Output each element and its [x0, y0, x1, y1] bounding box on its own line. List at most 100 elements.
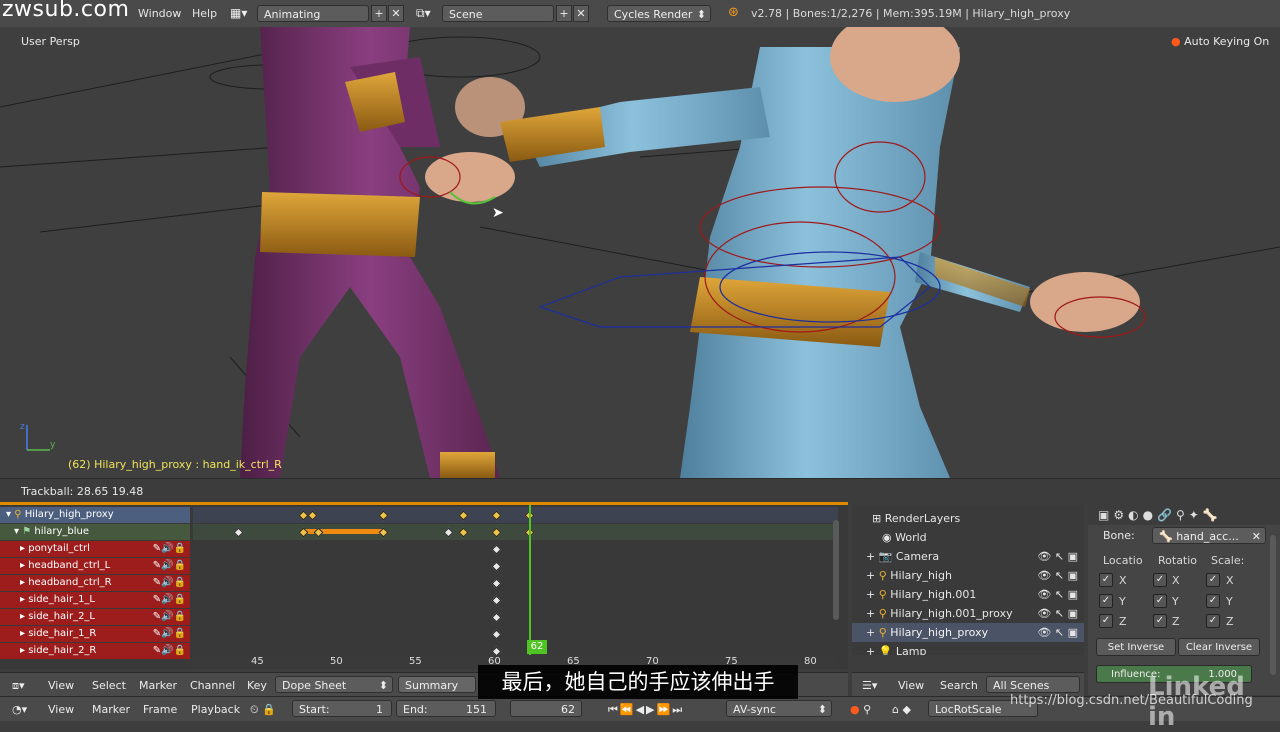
outliner-filter-select[interactable]: All Scenes — [986, 676, 1080, 693]
playback-controls-icon[interactable]: ⏮⏪◀▶⏩⏭ — [608, 703, 684, 717]
channel-row[interactable]: ▸ side_hair_2_R ✎🔊🔒 — [0, 643, 190, 659]
dopesheet-view-menu[interactable]: View — [48, 679, 74, 692]
record-icon[interactable]: ● ⚲ — [850, 703, 871, 716]
screen-layout-icon[interactable]: ▦▾ — [230, 6, 252, 21]
timeline-editor-icon[interactable]: ◔▾ — [12, 703, 27, 716]
visibility-icons[interactable]: 👁 ↖ ▣ — [1037, 566, 1078, 585]
dopesheet-channel-menu[interactable]: Channel — [190, 679, 235, 692]
dopesheet-scrollbar[interactable] — [833, 520, 839, 620]
axis-label: Z — [1226, 615, 1234, 628]
svg-text:y: y — [50, 440, 56, 450]
window-menu[interactable]: Window — [138, 7, 181, 20]
channel-flags-icon[interactable]: ✎🔊🔒 — [153, 609, 186, 625]
add-screen-button[interactable]: + — [371, 5, 387, 22]
channel-flags-icon[interactable]: ✎🔊🔒 — [153, 643, 186, 659]
properties-scrollbar[interactable] — [1270, 535, 1276, 675]
scene-icon[interactable]: ⧉▾ — [416, 6, 438, 21]
summary-toggle[interactable]: Summary — [398, 676, 476, 693]
channel-label: headband_ctrl_L — [28, 560, 111, 571]
scene-field[interactable]: Scene — [442, 5, 554, 22]
keying-set-icon[interactable]: ⌂ ◆ — [892, 703, 911, 716]
remove-scene-button[interactable]: ✕ — [573, 5, 589, 22]
outliner-item[interactable]: ⊞ RenderLayers — [852, 509, 1084, 528]
outliner-search-menu[interactable]: Search — [940, 679, 978, 692]
active-object-info: (62) Hilary_high_proxy : hand_ik_ctrl_R — [68, 458, 282, 471]
outliner-editor-icon[interactable]: ☰▾ — [862, 679, 877, 692]
channel-row[interactable]: ▸ ponytail_ctrl ✎🔊🔒 — [0, 541, 190, 557]
channel-row[interactable]: ▸ headband_ctrl_R ✎🔊🔒 — [0, 575, 190, 591]
timeline-playback-menu[interactable]: Playback — [191, 703, 240, 716]
keyframe[interactable] — [491, 544, 502, 555]
channel-row[interactable]: ▸ headband_ctrl_L ✎🔊🔒 — [0, 558, 190, 574]
outliner-item[interactable]: + ⚲ Hilary_high.001_proxy 👁 ↖ ▣ — [852, 604, 1084, 623]
dopesheet-mode-select[interactable]: Dope Sheet ⬍ — [275, 676, 393, 693]
start-frame-field[interactable]: Start: 1 — [292, 700, 392, 717]
outliner-item[interactable]: + ⚲ Hilary_high.001 👁 ↖ ▣ — [852, 585, 1084, 604]
channel-row[interactable]: ▸ side_hair_1_L ✎🔊🔒 — [0, 592, 190, 608]
channel-row[interactable]: ▾ ⚑ hilary_blue — [0, 524, 190, 540]
scale-y-checkbox[interactable]: ✓ — [1206, 594, 1220, 608]
channel-row[interactable]: ▸ side_hair_1_R ✎🔊🔒 — [0, 626, 190, 642]
current-frame-badge[interactable]: 62 — [527, 640, 547, 654]
keyframe[interactable] — [491, 595, 502, 606]
outliner-item[interactable]: ◉ World — [852, 528, 1084, 547]
channel-flags-icon[interactable]: ✎🔊🔒 — [153, 592, 186, 608]
keyframe[interactable] — [491, 629, 502, 640]
channel-row[interactable]: ▾ ⚲ Hilary_high_proxy — [0, 507, 190, 523]
channel-label: hilary_blue — [34, 526, 90, 537]
outliner-item[interactable]: + 💡 Lamp — [852, 642, 1084, 655]
loc-x-checkbox[interactable]: ✓ — [1099, 573, 1113, 587]
current-frame-field[interactable]: 62 — [510, 700, 582, 717]
channel-flags-icon[interactable]: ✎🔊🔒 — [153, 575, 186, 591]
visibility-icons[interactable]: 👁 ↖ ▣ — [1037, 623, 1078, 642]
remove-screen-button[interactable]: ✕ — [388, 5, 404, 22]
screen-layout-field[interactable]: Animating — [257, 5, 369, 22]
keyframe[interactable] — [491, 612, 502, 623]
end-frame-field[interactable]: End: 151 — [396, 700, 496, 717]
loc-y-checkbox[interactable]: ✓ — [1099, 594, 1113, 608]
status-info: v2.78 | Bones:1/2,276 | Mem:395.19M | Hi… — [751, 7, 1071, 20]
rot-y-checkbox[interactable]: ✓ — [1153, 594, 1167, 608]
purple-character — [240, 27, 525, 478]
rot-z-checkbox[interactable]: ✓ — [1153, 614, 1167, 628]
properties-tabs[interactable]: ▣⚙◐●🔗⚲✦🦴 — [1088, 505, 1280, 525]
armature-icon: ⚲ — [878, 569, 887, 582]
visibility-icons[interactable]: 👁 ↖ ▣ — [1037, 604, 1078, 623]
add-scene-button[interactable]: + — [556, 5, 572, 22]
properties-panel[interactable]: ▣⚙◐●🔗⚲✦🦴 Bone: 🦴 hand_acc... ✕ Locatio Ro… — [1088, 505, 1280, 695]
scale-x-checkbox[interactable]: ✓ — [1206, 573, 1220, 587]
channel-flags-icon[interactable]: ✎🔊🔒 — [153, 558, 186, 574]
channel-flags-icon[interactable]: ✎🔊🔒 — [153, 626, 186, 642]
editor-type-icon[interactable]: ⧈▾ — [12, 679, 25, 693]
channel-row[interactable]: ▸ side_hair_2_L ✎🔊🔒 — [0, 609, 190, 625]
keyframe[interactable] — [491, 578, 502, 589]
scale-z-checkbox[interactable]: ✓ — [1206, 614, 1220, 628]
current-frame-line[interactable] — [529, 505, 531, 655]
bone-field[interactable]: 🦴 hand_acc... ✕ — [1152, 527, 1266, 544]
rot-x-checkbox[interactable]: ✓ — [1153, 573, 1167, 587]
3d-viewport[interactable]: z y User Persp ● Auto Keying On (62) Hil… — [0, 27, 1280, 478]
keyframe-area[interactable] — [193, 505, 839, 657]
clear-inverse-button[interactable]: Clear Inverse — [1178, 638, 1260, 656]
timeline-view-menu[interactable]: View — [48, 703, 74, 716]
preview-range-icon[interactable]: ⏲ 🔒 — [250, 703, 276, 717]
dopesheet-select-menu[interactable]: Select — [92, 679, 126, 692]
help-menu[interactable]: Help — [192, 7, 217, 20]
visibility-icons[interactable]: 👁 ↖ ▣ — [1037, 547, 1078, 566]
timeline-marker-menu[interactable]: Marker — [92, 703, 130, 716]
outliner-view-menu[interactable]: View — [898, 679, 924, 692]
channel-flags-icon[interactable]: ✎🔊🔒 — [153, 541, 186, 557]
visibility-icons[interactable]: 👁 ↖ ▣ — [1037, 585, 1078, 604]
dopesheet-key-menu[interactable]: Key — [247, 679, 267, 692]
keyframe[interactable] — [491, 561, 502, 572]
outliner-item[interactable]: + 📷 Camera 👁 ↖ ▣ — [852, 547, 1084, 566]
sync-mode-select[interactable]: AV-sync ⬍ — [726, 700, 832, 717]
set-inverse-button[interactable]: Set Inverse — [1096, 638, 1176, 656]
outliner-item[interactable]: + ⚲ Hilary_high_proxy 👁 ↖ ▣ — [852, 623, 1084, 642]
loc-z-checkbox[interactable]: ✓ — [1099, 614, 1113, 628]
outliner[interactable]: ⊞ RenderLayers ◉ World + 📷 Camera 👁 ↖ ▣ +… — [852, 505, 1084, 655]
timeline-frame-menu[interactable]: Frame — [143, 703, 177, 716]
dopesheet-marker-menu[interactable]: Marker — [139, 679, 177, 692]
outliner-item[interactable]: + ⚲ Hilary_high 👁 ↖ ▣ — [852, 566, 1084, 585]
render-engine-select[interactable]: Cycles Render ⬍ — [607, 5, 711, 22]
